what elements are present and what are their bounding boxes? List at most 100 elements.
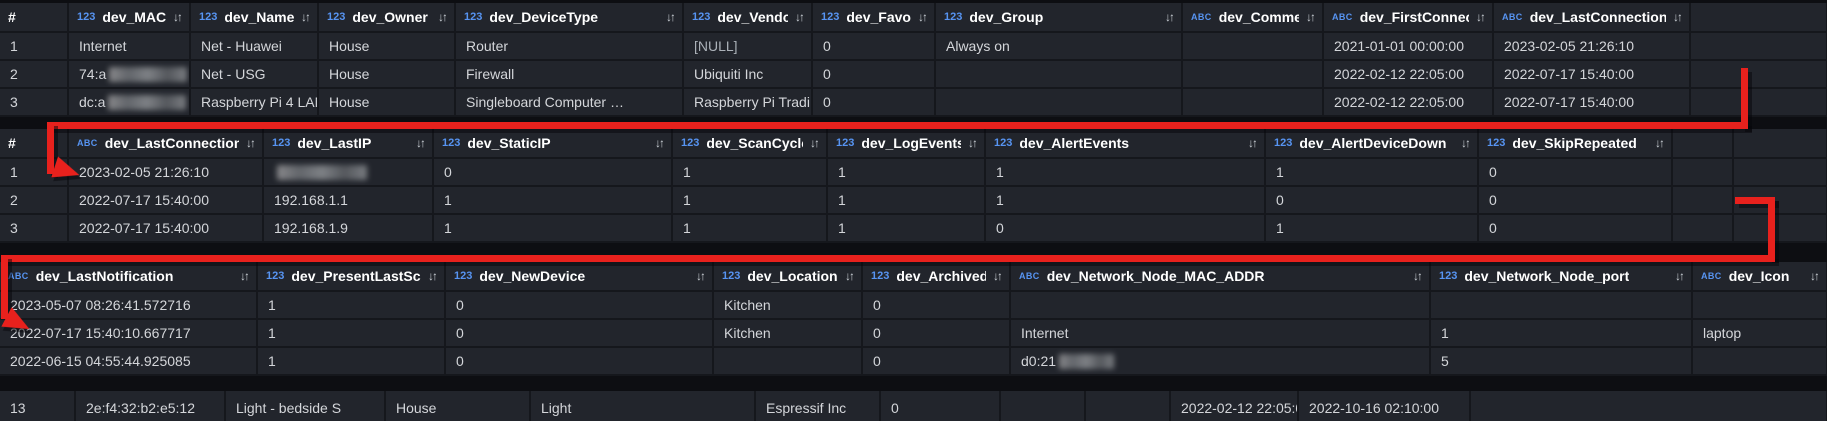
cell: Firewall: [455, 60, 683, 88]
column-header-#[interactable]: #: [0, 129, 68, 158]
column-header-dev_Vendor[interactable]: 123dev_Vendor↓↑: [683, 3, 812, 32]
column-header-#[interactable]: #: [0, 3, 68, 32]
sort-arrows-icon[interactable]: ↓↑: [696, 269, 704, 283]
column-label: dev_Network_Node_MAC_ADDR: [1047, 268, 1265, 284]
cell: 0: [1478, 186, 1672, 214]
cell-text: 2022-10-16 02:10:00: [1309, 400, 1439, 416]
column-header-dev_Archived[interactable]: 123dev_Archived↓↑: [862, 262, 1010, 291]
column-header-dev_ScanCycle[interactable]: 123dev_ScanCycle↓↑: [672, 129, 827, 158]
cell-text: Always on: [946, 38, 1010, 54]
cell-text: d0:21: [1021, 353, 1056, 369]
sort-arrows-icon[interactable]: ↓↑: [438, 10, 446, 24]
column-label: dev_AlertEvents: [1019, 135, 1129, 151]
column-header-dev_AlertEvents[interactable]: 123dev_AlertEvents↓↑: [985, 129, 1265, 158]
column-header-dev_MAC[interactable]: 123dev_MAC↓↑: [68, 3, 190, 32]
cell-text: 1: [838, 220, 846, 236]
column-header-dev_Network_Node_MAC_ADDR[interactable]: ABCdev_Network_Node_MAC_ADDR↓↑: [1010, 262, 1430, 291]
cell: [1010, 291, 1430, 319]
sort-arrows-icon[interactable]: ↓↑: [1810, 269, 1818, 283]
string-type-icon: ABC: [77, 138, 98, 148]
column-header-dev_StaticIP[interactable]: 123dev_StaticIP↓↑: [433, 129, 672, 158]
cell-text: 2022-07-17 15:40:00: [79, 192, 209, 208]
cell: [1733, 214, 1827, 242]
cell-text: 1: [996, 164, 1004, 180]
sort-arrows-icon[interactable]: ↓↑: [918, 10, 926, 24]
cell: Kitchen: [713, 319, 862, 347]
cell: House: [318, 32, 455, 60]
column-label: dev_Group: [969, 9, 1043, 25]
sort-arrows-icon[interactable]: ↓↑: [301, 10, 309, 24]
sort-arrows-icon[interactable]: ↓↑: [666, 10, 674, 24]
sort-arrows-icon[interactable]: ↓↑: [428, 269, 436, 283]
column-header-dev_Location[interactable]: 123dev_Location↓↑: [713, 262, 862, 291]
column-header-dev_Group[interactable]: 123dev_Group↓↑: [935, 3, 1182, 32]
sort-arrows-icon[interactable]: ↓↑: [246, 136, 254, 150]
cell-text: 0: [823, 66, 831, 82]
sort-arrows-icon[interactable]: ↓↑: [1306, 10, 1314, 24]
cell-text: House: [396, 400, 436, 416]
table-row: 2022-07-17 15:40:10.66771710Kitchen0Inte…: [0, 319, 1827, 347]
cell-text: 2023-05-07 08:26:41.572716: [10, 297, 191, 313]
column-header-dev_Icon[interactable]: ABCdev_Icon↓↑: [1692, 262, 1827, 291]
column-header-dev_SkipRepeated[interactable]: 123dev_SkipRepeated↓↑: [1478, 129, 1672, 158]
sort-arrows-icon[interactable]: ↓↑: [1655, 136, 1663, 150]
sort-arrows-icon[interactable]: ↓↑: [240, 269, 248, 283]
sort-arrows-icon[interactable]: ↓↑: [1476, 10, 1484, 24]
redacted-blur-patch: [277, 165, 367, 180]
column-header-dev_PresentLastScan[interactable]: 123dev_PresentLastScan↓↑: [257, 262, 445, 291]
cell-text: 0: [1276, 192, 1284, 208]
sort-arrows-icon[interactable]: ↓↑: [993, 269, 1001, 283]
column-header-dev_LastNotification[interactable]: ABCdev_LastNotification↓↑: [0, 262, 257, 291]
numeric-type-icon: 123: [327, 11, 345, 23]
sort-arrows-icon[interactable]: ↓↑: [1165, 10, 1173, 24]
column-header-dev_LogEvents[interactable]: 123dev_LogEvents↓↑: [827, 129, 985, 158]
sort-arrows-icon[interactable]: ↓↑: [795, 10, 803, 24]
cell: 2022-06-15 04:55:44.925085: [0, 347, 257, 375]
cell: House: [318, 88, 455, 116]
cell: Internet: [1010, 319, 1430, 347]
cell-text: Espressif Inc: [766, 400, 846, 416]
cell: Always on: [935, 32, 1182, 60]
cell-text: Net - USG: [201, 66, 266, 82]
cell-text: Light: [541, 400, 571, 416]
sort-arrows-icon[interactable]: ↓↑: [1248, 136, 1256, 150]
cell: [1470, 391, 1827, 421]
cell-text: 0: [456, 325, 464, 341]
annotation-line-segment: [1, 255, 1775, 262]
table-row: 3dc:aRaspberry Pi 4 LANHouseSingleboard …: [0, 88, 1827, 116]
sort-arrows-icon[interactable]: ↓↑: [845, 269, 853, 283]
column-header-dev_AlertDeviceDown[interactable]: 123dev_AlertDeviceDown↓↑: [1265, 129, 1478, 158]
cell-text: 1: [10, 38, 18, 54]
redacted-blur-patch: [1059, 354, 1114, 369]
column-header-dev_LastIP[interactable]: 123dev_LastIP↓↑: [263, 129, 433, 158]
cell: Ubiquiti Inc: [683, 60, 812, 88]
cell: 1: [257, 291, 445, 319]
column-header-dev_Favorite[interactable]: 123dev_Favorite↓↑: [812, 3, 935, 32]
column-header-dev_Owner[interactable]: 123dev_Owner↓↑: [318, 3, 455, 32]
column-header-dev_Comments[interactable]: ABCdev_Comments↓↑: [1182, 3, 1323, 32]
column-header-dev_LastConnection[interactable]: ABCdev_LastConnection↓↑: [1493, 3, 1690, 32]
column-header-dev_LastConnection[interactable]: ABCdev_LastConnection↓↑: [68, 129, 263, 158]
numeric-type-icon: 123: [199, 11, 217, 23]
column-header-dev_NewDevice[interactable]: 123dev_NewDevice↓↑: [445, 262, 713, 291]
column-header-dev_Name[interactable]: 123dev_Name↓↑: [190, 3, 318, 32]
cell-text: Raspberry Pi Tradi…: [694, 94, 812, 110]
sort-arrows-icon[interactable]: ↓↑: [1413, 269, 1421, 283]
column-label: #: [8, 9, 16, 25]
sort-arrows-icon[interactable]: ↓↑: [416, 136, 424, 150]
sort-arrows-icon[interactable]: ↓↑: [173, 10, 181, 24]
column-header-dev_FirstConnection[interactable]: ABCdev_FirstConnection↓↑: [1323, 3, 1493, 32]
sort-arrows-icon[interactable]: ↓↑: [655, 136, 663, 150]
sort-arrows-icon[interactable]: ↓↑: [1675, 269, 1683, 283]
column-label: dev_Icon: [1729, 268, 1790, 284]
sort-arrows-icon[interactable]: ↓↑: [1673, 10, 1681, 24]
column-label: dev_LastNotification: [36, 268, 174, 284]
sort-arrows-icon[interactable]: ↓↑: [810, 136, 818, 150]
column-header-dev_DeviceType[interactable]: 123dev_DeviceType↓↑: [455, 3, 683, 32]
sort-arrows-icon[interactable]: ↓↑: [968, 136, 976, 150]
cell: 192.168.1.9: [263, 214, 433, 242]
redacted-blur-patch: [108, 95, 186, 110]
cell-text: 2: [10, 66, 18, 82]
column-header-dev_Network_Node_port[interactable]: 123dev_Network_Node_port↓↑: [1430, 262, 1692, 291]
sort-arrows-icon[interactable]: ↓↑: [1461, 136, 1469, 150]
